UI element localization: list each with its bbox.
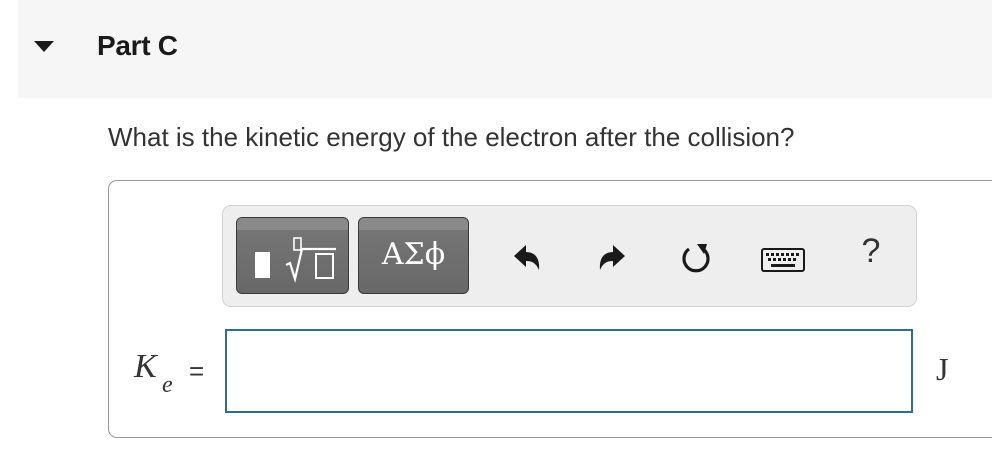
redo-icon bbox=[599, 245, 625, 270]
templates-button[interactable] bbox=[236, 217, 349, 294]
answer-input[interactable] bbox=[225, 329, 913, 413]
variable-subscript: e bbox=[162, 372, 173, 398]
question-text: What is the kinetic energy of the electr… bbox=[108, 122, 795, 152]
keyboard-icon bbox=[761, 248, 805, 272]
help-label: ? bbox=[861, 232, 881, 270]
help-button[interactable]: ? bbox=[851, 232, 891, 282]
symbols-label: ΑΣϕ bbox=[381, 237, 446, 272]
reset-button[interactable] bbox=[676, 232, 716, 282]
unit-label: J bbox=[936, 351, 949, 387]
equals-sign: = bbox=[189, 356, 205, 386]
redo-button[interactable] bbox=[592, 232, 632, 282]
symbols-button[interactable]: ΑΣϕ bbox=[358, 217, 469, 294]
keyboard-button[interactable] bbox=[760, 232, 806, 282]
templates-icon bbox=[255, 237, 336, 284]
undo-button[interactable] bbox=[507, 232, 547, 282]
reset-icon bbox=[682, 244, 710, 273]
caret-down-icon[interactable] bbox=[34, 41, 54, 52]
variable-label: K bbox=[134, 348, 157, 385]
button-top-strip bbox=[359, 218, 468, 230]
undo-icon bbox=[514, 245, 540, 270]
part-title: Part C bbox=[97, 30, 178, 61]
